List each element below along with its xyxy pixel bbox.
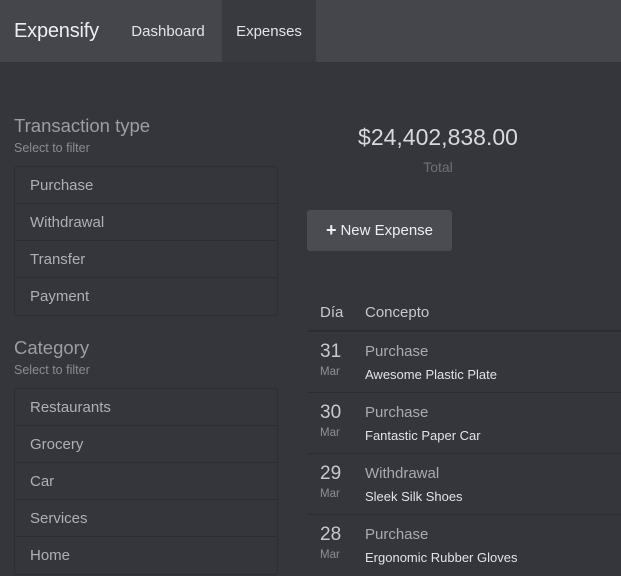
row-day: 29	[320, 463, 342, 484]
filter-item-services[interactable]: Services	[15, 500, 277, 537]
filter-item-car[interactable]: Car	[15, 463, 277, 500]
transaction-type-list: Purchase Withdrawal Transfer Payment	[14, 166, 278, 316]
filter-item-restaurants[interactable]: Restaurants	[15, 389, 277, 426]
table-row[interactable]: 28 Mar Purchase Ergonomic Rubber Gloves	[308, 515, 621, 576]
category-list: Restaurants Grocery Car Services Home	[14, 388, 278, 575]
filter-item-withdrawal[interactable]: Withdrawal	[15, 204, 277, 241]
column-header-concept[interactable]: Concepto	[365, 304, 429, 321]
category-subtitle: Select to filter	[14, 363, 90, 377]
transaction-type-title: Transaction type	[14, 115, 151, 136]
row-type: Purchase	[365, 343, 429, 360]
table-header: Día Concepto	[308, 294, 621, 332]
filter-item-home[interactable]: Home	[15, 537, 277, 574]
row-day: 31	[320, 341, 342, 362]
table-row[interactable]: 31 Mar Purchase Awesome Plastic Plate	[308, 332, 621, 393]
new-expense-label: New Expense	[340, 222, 434, 239]
total-label: Total	[423, 159, 453, 175]
top-navbar: Expensify Dashboard Expenses	[0, 0, 621, 62]
row-type: Withdrawal	[365, 465, 440, 482]
filter-item-purchase[interactable]: Purchase	[15, 167, 277, 204]
row-day: 30	[320, 402, 342, 423]
nav-tab-dashboard[interactable]: Dashboard	[114, 0, 222, 62]
table-row[interactable]: 29 Mar Withdrawal Sleek Silk Shoes	[308, 454, 621, 515]
category-title: Category	[14, 337, 90, 358]
table-row[interactable]: 30 Mar Purchase Fantastic Paper Car	[308, 393, 621, 454]
nav-tab-expenses[interactable]: Expenses	[222, 0, 316, 62]
plus-icon: +	[325, 220, 337, 240]
filter-item-transfer[interactable]: Transfer	[15, 241, 277, 278]
expenses-table: Día Concepto 31 Mar Purchase Awesome Pla…	[308, 294, 621, 576]
new-expense-button[interactable]: + New Expense	[307, 210, 452, 251]
row-concept: Sleek Silk Shoes	[365, 489, 463, 504]
total-amount: $24,402,838.00	[358, 124, 518, 150]
filter-item-payment[interactable]: Payment	[15, 278, 277, 315]
row-month: Mar	[320, 549, 340, 561]
transaction-type-subtitle: Select to filter	[14, 141, 90, 155]
row-concept: Fantastic Paper Car	[365, 428, 481, 443]
row-type: Purchase	[365, 526, 429, 543]
row-month: Mar	[320, 488, 340, 500]
row-type: Purchase	[365, 404, 429, 421]
row-month: Mar	[320, 427, 340, 439]
column-header-day[interactable]: Día	[320, 304, 343, 321]
row-day: 28	[320, 524, 342, 545]
row-month: Mar	[320, 366, 340, 378]
row-concept: Awesome Plastic Plate	[365, 367, 497, 382]
brand-logo[interactable]: Expensify	[14, 20, 99, 43]
row-concept: Ergonomic Rubber Gloves	[365, 550, 518, 565]
filter-item-grocery[interactable]: Grocery	[15, 426, 277, 463]
